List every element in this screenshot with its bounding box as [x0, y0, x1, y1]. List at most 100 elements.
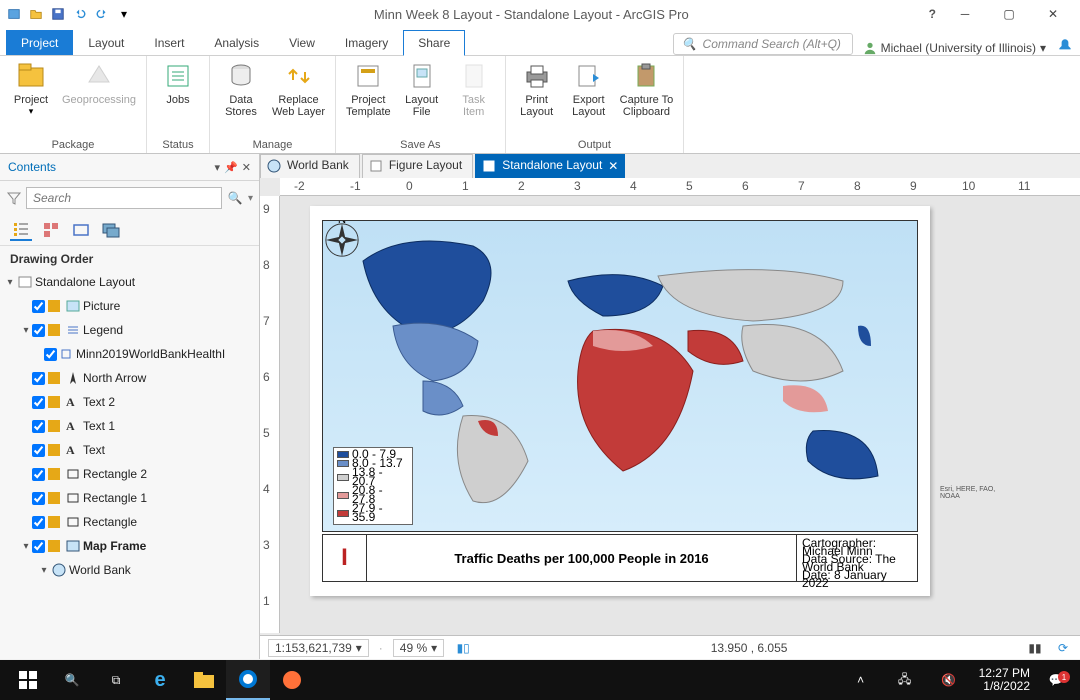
- chevron-down-icon[interactable]: ▾: [248, 193, 253, 204]
- layout-file-button[interactable]: Layout File: [397, 58, 447, 120]
- list-by-source-icon[interactable]: [40, 219, 62, 241]
- zoom-input[interactable]: 49 %▾: [393, 639, 444, 657]
- tab-insert[interactable]: Insert: [139, 30, 199, 55]
- action-center-icon[interactable]: 💬1: [1038, 673, 1074, 687]
- volume-icon[interactable]: 🔇: [927, 660, 971, 700]
- visibility-checkbox[interactable]: [32, 300, 45, 313]
- zoom-slider-icon[interactable]: ▮▯: [454, 639, 472, 657]
- windows-taskbar: 🔍 ⧉ e ˄ 🖧 🔇 12:27 PM1/8/2022 💬1: [0, 660, 1080, 700]
- tab-project[interactable]: Project: [6, 30, 73, 55]
- visibility-checkbox[interactable]: [32, 444, 45, 457]
- visibility-checkbox[interactable]: [32, 516, 45, 529]
- minimize-button[interactable]: ─: [950, 0, 980, 28]
- capture-clipboard-button[interactable]: Capture To Clipboard: [616, 58, 678, 120]
- tree-item-worldbank[interactable]: ▾World Bank: [4, 558, 255, 582]
- project-package-button[interactable]: Project ▾: [6, 58, 56, 119]
- command-search-placeholder: Command Search (Alt+Q): [703, 37, 841, 51]
- vertical-ruler: 98765431: [260, 196, 280, 633]
- edge-icon[interactable]: e: [138, 660, 182, 700]
- visibility-checkbox[interactable]: [32, 468, 45, 481]
- tree-item-text2[interactable]: AText 2: [4, 390, 255, 414]
- task-view-icon[interactable]: ⧉: [94, 660, 138, 700]
- pane-close-icon[interactable]: ✕: [242, 161, 251, 174]
- geoprocessing-package-button: Geoprocessing: [58, 58, 140, 108]
- doc-tab-worldbank[interactable]: World Bank: [260, 154, 360, 178]
- replace-web-layer-button[interactable]: Replace Web Layer: [268, 58, 329, 120]
- contents-title: Contents: [8, 160, 56, 174]
- project-template-button[interactable]: Project Template: [342, 58, 395, 120]
- maximize-button[interactable]: ▢: [994, 0, 1024, 28]
- redo-icon[interactable]: [92, 4, 112, 24]
- group-label-package: Package: [6, 137, 140, 153]
- refresh-icon[interactable]: ⟳: [1054, 639, 1072, 657]
- tab-view[interactable]: View: [274, 30, 330, 55]
- doc-tab-standalone-layout[interactable]: Standalone Layout✕: [475, 154, 625, 178]
- undo-icon[interactable]: [70, 4, 90, 24]
- close-button[interactable]: ✕: [1038, 0, 1068, 28]
- list-by-element-icon[interactable]: [70, 219, 92, 241]
- pause-drawing-icon[interactable]: ▮▮: [1026, 639, 1044, 657]
- tab-analysis[interactable]: Analysis: [199, 30, 274, 55]
- map-frame[interactable]: 0.0 - 7.9 8.0 - 13.7 13.8 - 20.7 20.8 - …: [322, 220, 918, 532]
- close-tab-icon[interactable]: ✕: [608, 159, 618, 173]
- search-icon[interactable]: 🔍: [226, 191, 244, 205]
- file-explorer-icon[interactable]: [182, 660, 226, 700]
- filter-icon[interactable]: [6, 190, 22, 206]
- notifications-icon[interactable]: [1056, 37, 1074, 55]
- start-button[interactable]: [6, 660, 50, 700]
- visibility-checkbox[interactable]: [32, 324, 45, 337]
- visibility-checkbox[interactable]: [44, 348, 57, 361]
- doc-tab-figure-layout[interactable]: Figure Layout: [362, 154, 473, 178]
- tree-item-picture[interactable]: Picture: [4, 294, 255, 318]
- contents-search-input[interactable]: [26, 187, 222, 209]
- group-label-manage: Manage: [216, 137, 329, 153]
- tree-item-legend-layer[interactable]: Minn2019WorldBankHealthI: [4, 342, 255, 366]
- tree-item-north-arrow[interactable]: North Arrow: [4, 366, 255, 390]
- pane-pin-icon[interactable]: 📌: [224, 161, 238, 174]
- contents-pane: Contents ▾ 📌 ✕ 🔍 ▾ Drawing Order ▾Standa…: [0, 154, 260, 659]
- firefox-icon[interactable]: [270, 660, 314, 700]
- map-metadata: Cartographer: Michael MinnData Source: T…: [797, 535, 917, 581]
- list-by-selection-icon[interactable]: [100, 219, 122, 241]
- visibility-checkbox[interactable]: [32, 540, 45, 553]
- tree-item-rect1[interactable]: Rectangle 1: [4, 486, 255, 510]
- qat-customize-icon[interactable]: ▾: [114, 4, 134, 24]
- network-icon[interactable]: 🖧: [883, 660, 927, 700]
- command-search[interactable]: 🔍 Command Search (Alt+Q): [673, 33, 853, 55]
- save-icon[interactable]: [48, 4, 68, 24]
- help-icon[interactable]: ?: [929, 7, 936, 21]
- arcgis-pro-icon[interactable]: [226, 660, 270, 700]
- tree-item-rect2[interactable]: Rectangle 2: [4, 462, 255, 486]
- tree-item-mapframe[interactable]: ▾Map Frame: [4, 534, 255, 558]
- scale-input[interactable]: 1:153,621,739▾: [268, 639, 369, 657]
- tree-item-legend[interactable]: ▾Legend: [4, 318, 255, 342]
- tab-imagery[interactable]: Imagery: [330, 30, 403, 55]
- visibility-checkbox[interactable]: [32, 396, 45, 409]
- visibility-checkbox[interactable]: [32, 372, 45, 385]
- tree-item-rect[interactable]: Rectangle: [4, 510, 255, 534]
- jobs-button[interactable]: Jobs: [153, 58, 203, 108]
- tab-share[interactable]: Share: [403, 30, 465, 56]
- tab-layout[interactable]: Layout: [73, 30, 139, 55]
- layout-viewport[interactable]: 0.0 - 7.9 8.0 - 13.7 13.8 - 20.7 20.8 - …: [280, 196, 1080, 635]
- search-taskbar-icon[interactable]: 🔍: [50, 660, 94, 700]
- tree-item-text1[interactable]: AText 1: [4, 414, 255, 438]
- open-project-icon[interactable]: [26, 4, 46, 24]
- ribbon: Project ▾ Geoprocessing Package Jobs Sta…: [0, 56, 1080, 154]
- taskbar-clock[interactable]: 12:27 PM1/8/2022: [971, 667, 1038, 693]
- ribbon-tabs: Project Layout Insert Analysis View Imag…: [0, 28, 1080, 56]
- user-menu[interactable]: Michael (University of Illinois) ▾: [863, 41, 1046, 55]
- visibility-checkbox[interactable]: [32, 492, 45, 505]
- pane-menu-icon[interactable]: ▾: [215, 161, 221, 174]
- print-layout-button[interactable]: Print Layout: [512, 58, 562, 120]
- list-by-drawing-order-icon[interactable]: [10, 219, 32, 241]
- new-project-icon[interactable]: [4, 4, 24, 24]
- user-label: Michael (University of Illinois): [881, 41, 1036, 55]
- tree-root[interactable]: ▾Standalone Layout: [4, 270, 255, 294]
- export-layout-button[interactable]: Export Layout: [564, 58, 614, 120]
- data-stores-button[interactable]: Data Stores: [216, 58, 266, 120]
- tray-chevron-icon[interactable]: ˄: [839, 660, 883, 700]
- visibility-checkbox[interactable]: [32, 420, 45, 433]
- tree-item-text[interactable]: AText: [4, 438, 255, 462]
- search-icon: 🔍: [682, 37, 697, 51]
